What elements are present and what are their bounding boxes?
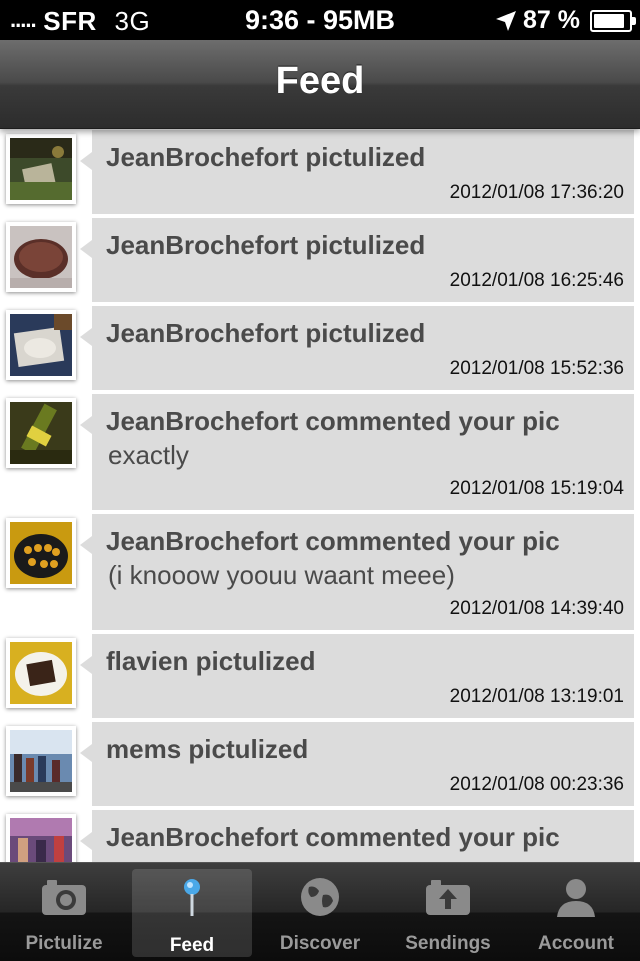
- person-icon: [557, 879, 595, 917]
- status-bar: ..... SFR 3G 9:36 - 95MB 87 %: [0, 0, 640, 40]
- feed-item-thumbnail[interactable]: [6, 134, 76, 204]
- feed-item[interactable]: JeanBrochefort commented your pic: [0, 810, 640, 862]
- photo-thumbnail: [10, 226, 72, 288]
- tab-label: Account: [538, 933, 614, 954]
- feed-item-timestamp: 2012/01/08 14:39:40: [449, 598, 624, 619]
- feed-item-timestamp: 2012/01/08 17:36:20: [449, 182, 624, 203]
- feed-list[interactable]: JeanBrochefort pictulized 2012/01/08 17:…: [0, 130, 640, 862]
- feed-item-timestamp: 2012/01/08 15:19:04: [449, 478, 624, 499]
- feed-item-message: (i knooow yoouu waant meee): [108, 560, 455, 590]
- feed-item-bubble: JeanBrochefort commented your pic (i kno…: [80, 514, 634, 630]
- feed-item-thumbnail[interactable]: [6, 726, 76, 796]
- photo-thumbnail: [10, 730, 72, 792]
- feed-item-title: JeanBrochefort commented your pic: [106, 822, 560, 852]
- feed-item-message: exactly: [108, 440, 189, 470]
- feed-item[interactable]: JeanBrochefort pictulized 2012/01/08 15:…: [0, 306, 640, 390]
- feed-item-bubble: JeanBrochefort pictulized 2012/01/08 15:…: [80, 306, 634, 390]
- tab-pictulize[interactable]: Pictulize: [0, 863, 128, 961]
- feed-item-thumbnail[interactable]: [6, 814, 76, 862]
- feed-item[interactable]: JeanBrochefort pictulized 2012/01/08 16:…: [0, 218, 640, 302]
- status-right: 87 %: [495, 6, 636, 35]
- photo-thumbnail: [10, 138, 72, 200]
- tab-bar: Pictulize Feed Discover Sendings Account: [0, 862, 640, 961]
- feed-item-thumbnail[interactable]: [6, 222, 76, 292]
- feed-item[interactable]: JeanBrochefort commented your pic (i kno…: [0, 514, 640, 630]
- feed-item-bubble: JeanBrochefort pictulized 2012/01/08 16:…: [80, 218, 634, 302]
- tab-label: Discover: [279, 933, 361, 954]
- feed-item-thumbnail[interactable]: [6, 398, 76, 468]
- photo-thumbnail: [10, 522, 72, 584]
- feed-item-timestamp: 2012/01/08 15:52:36: [449, 358, 624, 379]
- photo-thumbnail: [10, 642, 72, 704]
- feed-item-title: JeanBrochefort commented your pic: [106, 526, 560, 556]
- feed-item-thumbnail[interactable]: [6, 638, 76, 708]
- upload-icon: [426, 880, 470, 915]
- photo-thumbnail: [10, 402, 72, 464]
- feed-item-title: JeanBrochefort pictulized: [106, 142, 426, 172]
- battery-icon: [590, 9, 636, 32]
- tab-label: Pictulize: [25, 933, 103, 954]
- feed-item-timestamp: 2012/01/08 00:23:36: [449, 774, 624, 795]
- feed-item-thumbnail[interactable]: [6, 518, 76, 588]
- tab-account[interactable]: Account: [512, 863, 640, 961]
- feed-item-bubble: JeanBrochefort commented your pic exactl…: [80, 394, 634, 510]
- page-title: Feed: [275, 60, 365, 102]
- photo-thumbnail: [10, 818, 72, 862]
- feed-item[interactable]: flavien pictulized 2012/01/08 13:19:01: [0, 634, 640, 718]
- feed-item[interactable]: mems pictulized 2012/01/08 00:23:36: [0, 722, 640, 806]
- feed-item[interactable]: JeanBrochefort commented your pic exactl…: [0, 394, 640, 510]
- tab-discover[interactable]: Discover: [256, 863, 384, 961]
- tab-sendings[interactable]: Sendings: [384, 863, 512, 961]
- feed-item-timestamp: 2012/01/08 16:25:46: [449, 270, 624, 291]
- photo-thumbnail: [10, 314, 72, 376]
- camera-icon: [42, 880, 86, 915]
- globe-icon: [301, 878, 339, 916]
- feed-item-title: mems pictulized: [106, 734, 309, 764]
- feed-item-bubble: JeanBrochefort commented your pic: [80, 810, 634, 862]
- tab-label: Feed: [169, 935, 215, 956]
- feed-item-title: flavien pictulized: [106, 646, 316, 676]
- feed-item-title: JeanBrochefort pictulized: [106, 230, 426, 260]
- feed-item-title: JeanBrochefort commented your pic: [106, 406, 560, 436]
- feed-item-bubble: mems pictulized 2012/01/08 00:23:36: [80, 722, 634, 806]
- tab-label: Sendings: [405, 933, 491, 954]
- location-arrow-icon: [496, 10, 517, 31]
- battery-percent: 87 %: [523, 6, 580, 34]
- feed-item-timestamp: 2012/01/08 13:19:01: [449, 686, 624, 707]
- pin-icon: [184, 879, 200, 916]
- feed-item[interactable]: JeanBrochefort pictulized 2012/01/08 17:…: [0, 130, 640, 214]
- feed-item-bubble: flavien pictulized 2012/01/08 13:19:01: [80, 634, 634, 718]
- feed-item-thumbnail[interactable]: [6, 310, 76, 380]
- feed-item-bubble: JeanBrochefort pictulized 2012/01/08 17:…: [80, 130, 634, 214]
- feed-item-title: JeanBrochefort pictulized: [106, 318, 426, 348]
- tab-feed[interactable]: Feed: [132, 869, 252, 957]
- navigation-bar: Feed: [0, 40, 640, 129]
